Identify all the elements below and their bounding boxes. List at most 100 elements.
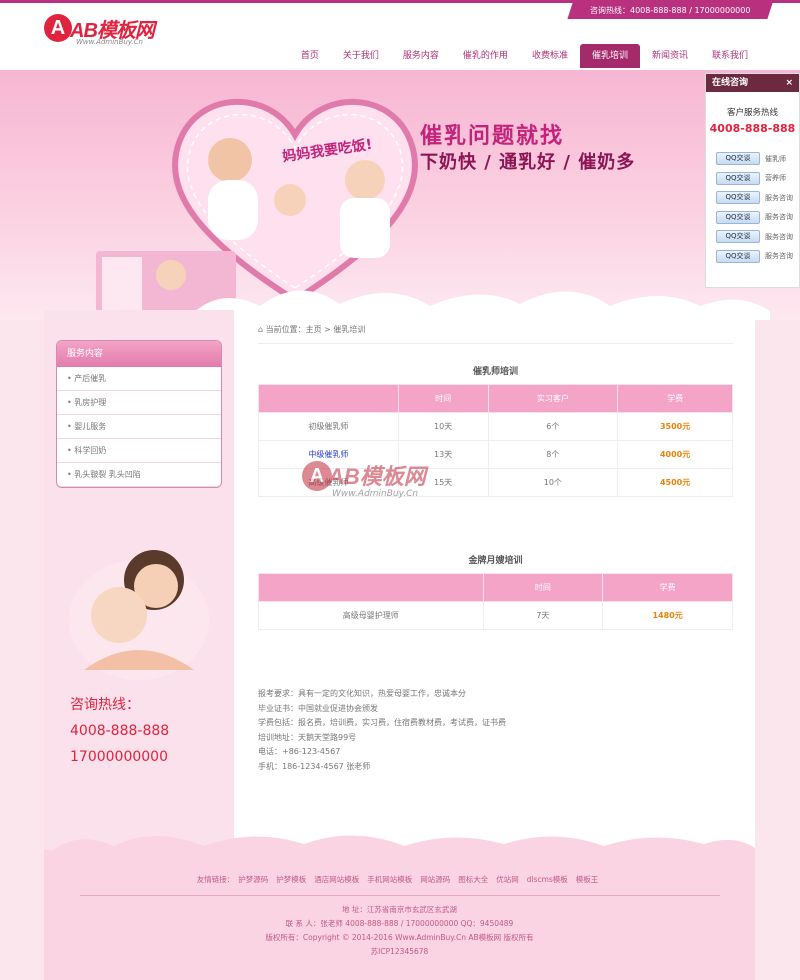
sidebar-hotline: 咨询热线： 4008-888-888 17000000000	[70, 692, 169, 770]
footer-info: 地 址：江苏省南京市玄武区玄武湖联 系 人：张老师 4008-888-888 /…	[44, 903, 755, 959]
sidebar-menu-item[interactable]: • 乳房护理	[57, 391, 221, 415]
nav-item[interactable]: 收费标准	[520, 44, 580, 68]
site-footer: 友情链接： 护梦源码 护梦模板 酒店网站模板 手机网站模板 网站源码 图标大全 优站网 dlsc…	[44, 835, 755, 980]
logo-mark: A	[44, 14, 72, 42]
qq-agent-row: QQ交谈 服务咨询	[706, 247, 799, 267]
table-cell: 4000元	[617, 440, 733, 469]
breadcrumb-text: 当前位置：主页 > 催乳培训	[265, 325, 366, 334]
qq-agent-row: QQ交谈 服务咨询	[706, 188, 799, 208]
sidebar-menu-item[interactable]: • 婴儿服务	[57, 415, 221, 439]
table-header-cell: 时间	[397, 384, 489, 413]
nav-item[interactable]: 联系我们	[700, 44, 760, 68]
sidebar-menu-item[interactable]: • 科学回奶	[57, 439, 221, 463]
qq-chat-button[interactable]: QQ交谈	[716, 210, 760, 224]
qq-agent-name: 服务咨询	[765, 252, 793, 261]
training-table-title: 催乳师培训	[472, 367, 518, 377]
nav-item[interactable]: 新闻资讯	[640, 44, 700, 68]
friend-links-label: 友情链接：	[196, 875, 235, 884]
table-cell: 高级母婴护理师	[258, 601, 484, 630]
banner-slogan-primary: 催乳问题就找	[420, 124, 565, 149]
sidebar-menu-item[interactable]: • 乳头皲裂 乳头凹陷	[57, 463, 221, 487]
footer-line: 版权所有：Copyright © 2014-2016 Www.AdminBuy.…	[265, 933, 534, 942]
sidebar-menu-item[interactable]: • 产后催乳	[57, 367, 221, 391]
qq-chat-button[interactable]: QQ交谈	[716, 191, 760, 205]
qq-chat-button[interactable]: QQ交谈	[716, 152, 760, 166]
qq-agent-name: 催乳师	[765, 154, 786, 163]
friend-link[interactable]: 优站网	[496, 875, 519, 884]
friend-links: 友情链接： 护梦源码 护梦模板 酒店网站模板 手机网站模板 网站源码 图标大全 优站网 dlsc…	[44, 874, 755, 885]
table-header-cell: 学费	[602, 573, 733, 602]
nav-item[interactable]: 关于我们	[331, 44, 391, 68]
table-header-cell	[258, 573, 484, 602]
online-consult-panel: 在线咨询 × 客户服务热线 4008-888-888 QQ交谈 催乳师 QQ交谈 营养…	[705, 73, 800, 288]
nanny-table-title: 金牌月嫂培训	[468, 556, 523, 566]
table-cell: 10天	[397, 412, 489, 441]
friend-link[interactable]: 网站源码	[420, 875, 450, 884]
table-row: 高级母婴护理师 7天 1480元	[258, 601, 733, 630]
left-sidebar: 服务内容 • 产后催乳 • 乳房护理 • 婴儿服务 • 科学回奶 • 乳头皲裂 乳头凹陷…	[44, 310, 234, 850]
info-line: 培训地址：天鹅天堂路99号	[258, 732, 357, 742]
qq-agent-row: QQ交谈 催乳师	[706, 149, 799, 169]
qq-agent-list: QQ交谈 催乳师 QQ交谈 营养师 QQ交谈 服务咨询 QQ交谈 服务咨询 QQ交谈 服务咨询 QQ…	[706, 149, 799, 266]
qq-chat-button[interactable]: QQ交谈	[716, 249, 760, 263]
consult-panel-title: 在线咨询	[712, 78, 749, 88]
close-icon[interactable]: ×	[785, 74, 793, 92]
table-header-cell: 学费	[617, 384, 733, 413]
content-area: 服务内容 • 产后催乳 • 乳房护理 • 婴儿服务 • 科学回奶 • 乳头皲裂 乳头凹陷…	[44, 310, 755, 850]
hotline-text: 咨询热线：4008-888-888 / 17000000000	[589, 6, 751, 15]
qq-chat-button[interactable]: QQ交谈	[716, 230, 760, 244]
table-header-cell: 实习客户	[487, 384, 619, 413]
footer-cloud-decoration	[44, 835, 755, 858]
watermark-text: AB模板网	[328, 464, 426, 489]
hero-banner: 妈妈我要吃饭! 催乳问题就找 下奶快 / 通乳好 / 催奶多	[0, 70, 800, 320]
footer-divider	[80, 895, 720, 896]
logo-url: Www.AdminBuy.Cn	[76, 38, 143, 46]
qq-agent-name: 服务咨询	[765, 193, 793, 202]
sidebar-menu-label: 产后催乳	[74, 374, 107, 383]
friend-link[interactable]: dlscms模板	[527, 875, 568, 884]
training-info: 报考要求：具有一定的文化知识，热爱母婴工作，忠诚本分 毕业证书：中国就业促进协会颁…	[258, 687, 733, 774]
sidebar-menu-label: 科学回奶	[74, 446, 107, 455]
mother-baby-image	[69, 550, 209, 680]
table-row: 初级催乳师 10天 6个 3500元	[258, 412, 733, 441]
qq-agent-row: QQ交谈 营养师	[706, 169, 799, 189]
nav-item[interactable]: 催乳的作用	[451, 44, 520, 68]
nav-item[interactable]: 首页	[289, 44, 331, 68]
main-nav: 首页 关于我们 服务内容 催乳的作用 收费标准 催乳培训 新闻资讯 联系我们	[289, 44, 760, 70]
table-cell: 1480元	[602, 601, 733, 630]
friend-link[interactable]: 手机网站模板	[367, 875, 412, 884]
table-cell: 6个	[487, 412, 619, 441]
breadcrumb: ⌂ 当前位置：主页 > 催乳培训	[258, 324, 733, 344]
nav-item[interactable]: 服务内容	[391, 44, 451, 68]
footer-line: 苏ICP12345678	[370, 947, 429, 956]
service-menu: 服务内容 • 产后催乳 • 乳房护理 • 婴儿服务 • 科学回奶 • 乳头皲裂 乳头凹陷	[56, 340, 222, 488]
friend-links-list: 护梦源码 护梦模板 酒店网站模板 手机网站模板 网站源码 图标大全 优站网 dlscms模板模…	[234, 875, 602, 884]
friend-link[interactable]: 模板王	[576, 875, 599, 884]
nav-item[interactable]: 催乳培训	[579, 44, 640, 68]
sidebar-menu-label: 婴儿服务	[74, 422, 107, 431]
qq-agent-name: 服务咨询	[765, 232, 793, 241]
friend-link[interactable]: 护梦源码	[238, 875, 268, 884]
friend-link[interactable]: 酒店网站模板	[314, 875, 359, 884]
qq-chat-button[interactable]: QQ交谈	[716, 171, 760, 185]
qq-agent-row: QQ交谈 服务咨询	[706, 208, 799, 228]
sidebar-hotline-label: 咨询热线：	[70, 697, 140, 713]
qq-agent-row: QQ交谈 服务咨询	[706, 227, 799, 247]
nanny-table: 时间 学费 高级母婴护理师 7天 1480元	[258, 573, 733, 630]
site-logo[interactable]: A AB模板网 Www.AdminBuy.Cn	[44, 14, 204, 50]
hotline-tab: 咨询热线：4008-888-888 / 17000000000	[567, 3, 773, 19]
table-cell: 初级催乳师	[258, 412, 399, 441]
table-cell: 4500元	[617, 468, 733, 497]
table-cell: 7天	[482, 601, 604, 630]
friend-link[interactable]: 护梦模板	[276, 875, 306, 884]
table-header-cell: 时间	[482, 573, 604, 602]
top-header: 咨询热线：4008-888-888 / 17000000000 A AB模板网 …	[0, 0, 800, 70]
info-line: 学费包括：报名费，培训费，实习费，住宿费教材费，考试费，证书费	[258, 718, 506, 727]
info-line: 电话：+86-123-4567	[258, 747, 341, 756]
qq-agent-name: 服务咨询	[765, 213, 793, 222]
sidebar-menu-label: 乳头皲裂 乳头凹陷	[74, 470, 141, 479]
sidebar-hotline-mobile: 17000000000	[70, 749, 168, 765]
consult-panel-header: 在线咨询 ×	[706, 74, 799, 92]
friend-link[interactable]: 图标大全	[458, 875, 488, 884]
info-line: 毕业证书：中国就业促进协会颁发	[258, 703, 378, 713]
